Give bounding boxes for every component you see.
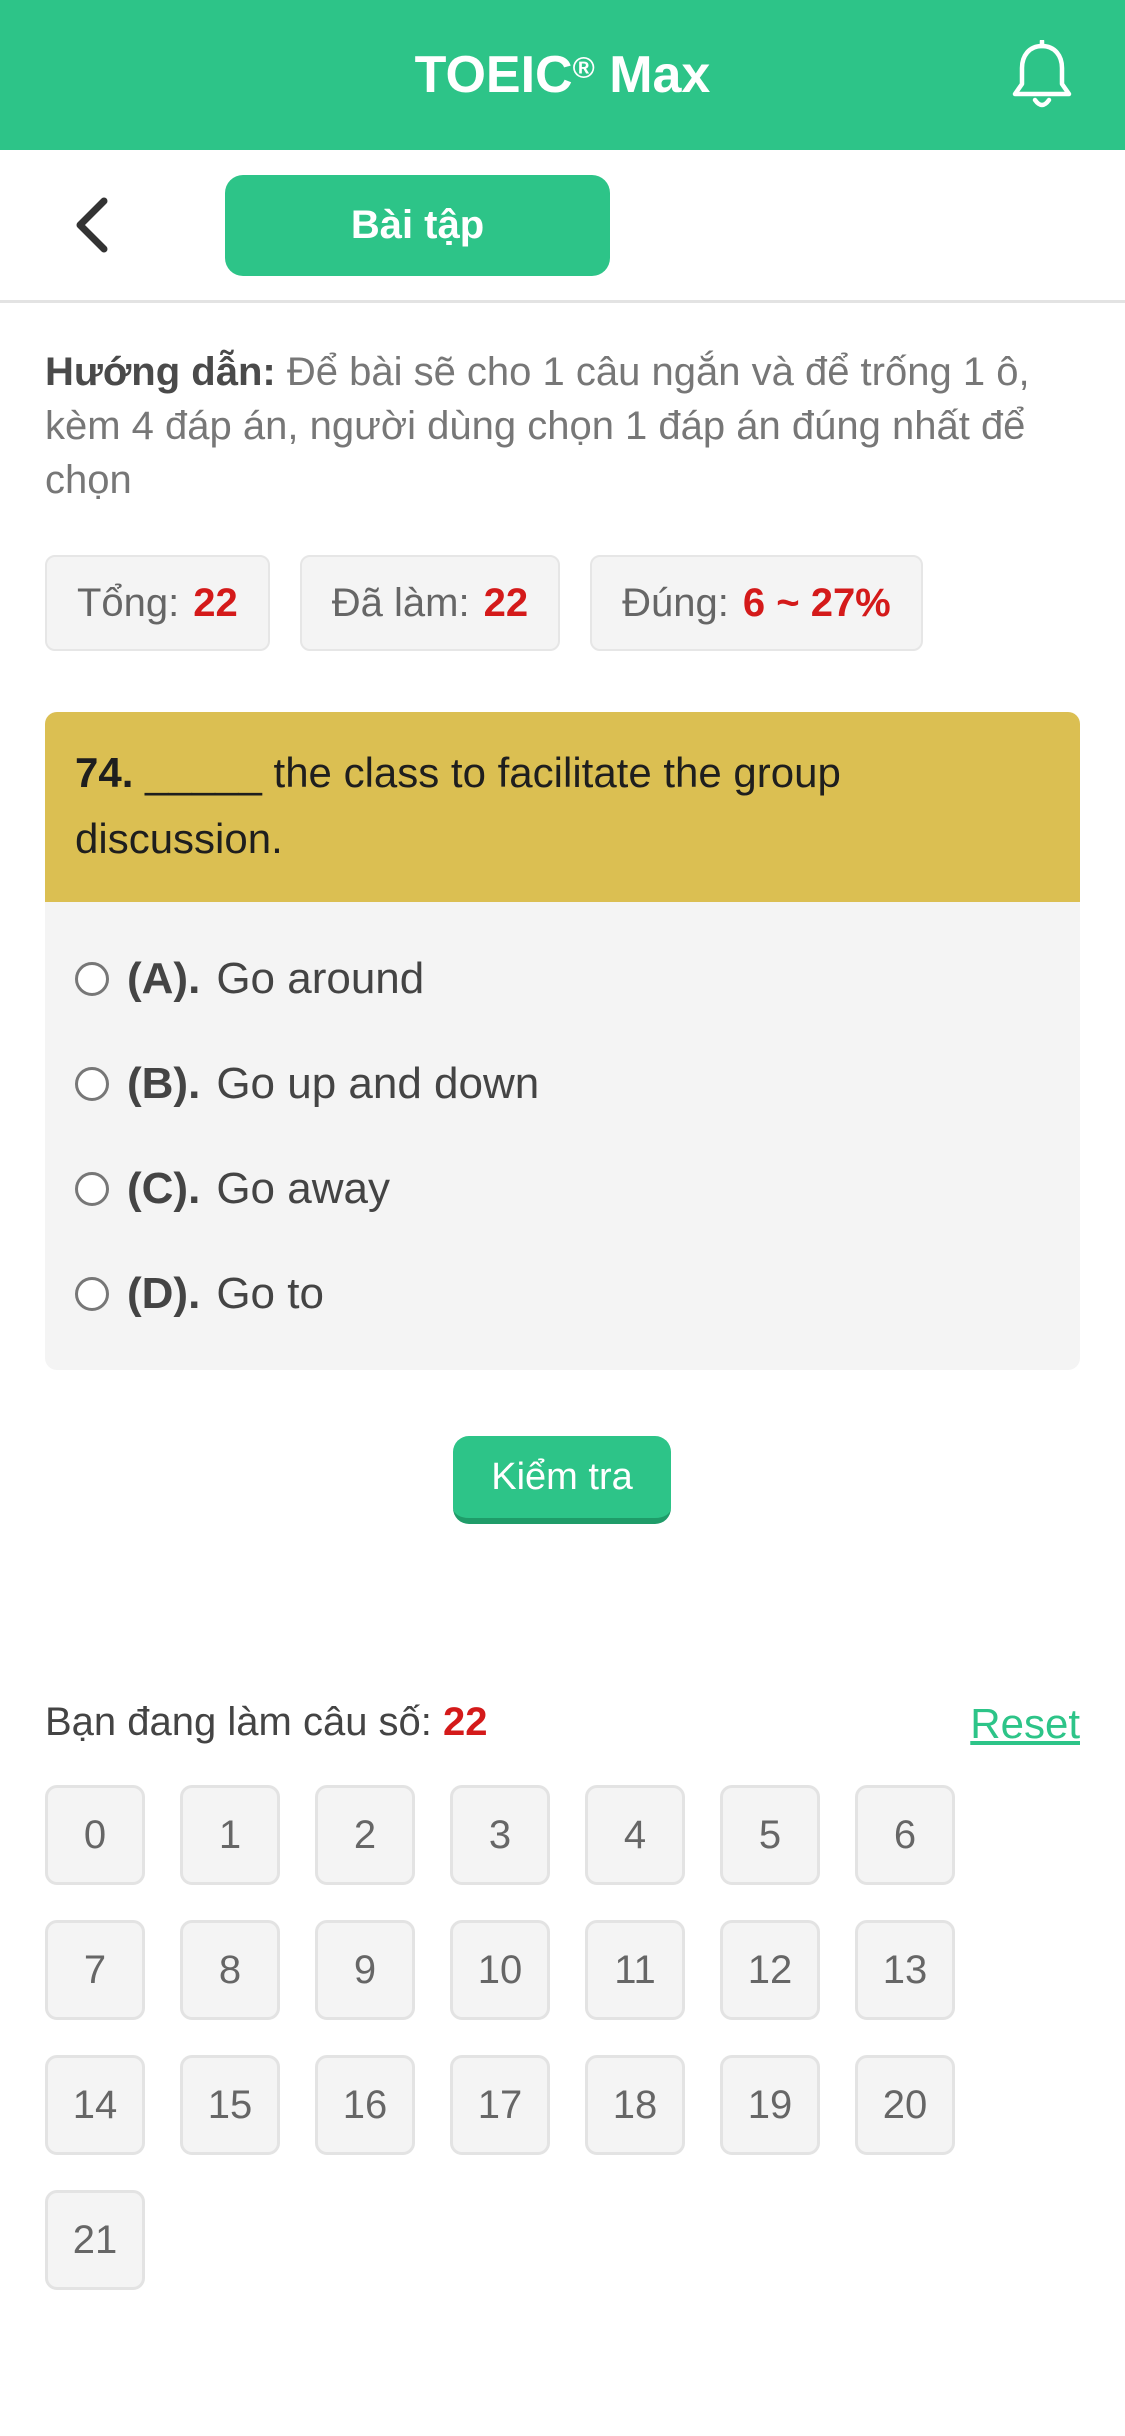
option-b[interactable]: (B). Go up and down <box>45 1031 1080 1136</box>
question-text: _____ the class to facilitate the group … <box>75 749 841 862</box>
radio-b[interactable] <box>75 1066 109 1101</box>
option-d[interactable]: (D). Go to <box>45 1241 1080 1346</box>
back-icon[interactable] <box>62 195 122 255</box>
question-number-cell[interactable]: 16 <box>315 2055 415 2155</box>
question-number-cell[interactable]: 7 <box>45 1920 145 2020</box>
reset-link[interactable]: Reset <box>970 1700 1080 1748</box>
app-title-suffix: Max <box>609 46 711 104</box>
question-number-cell[interactable]: 20 <box>855 2055 955 2155</box>
option-c-label: (C). <box>127 1163 201 1213</box>
option-a[interactable]: (A). Go around <box>45 926 1080 1031</box>
radio-d[interactable] <box>75 1276 109 1311</box>
option-a-text: Go around <box>216 953 425 1003</box>
stat-done: Đã làm: 22 <box>299 555 561 651</box>
option-c-text: Go away <box>216 1163 390 1213</box>
stat-total-label: Tổng: <box>77 580 180 625</box>
stat-total: Tổng: 22 <box>45 555 270 651</box>
option-b-text: Go up and down <box>216 1058 540 1108</box>
stat-correct-value: 6 ~ 27% <box>742 580 891 625</box>
registered-mark: ® <box>572 52 595 85</box>
stat-done-label: Đã làm: <box>331 580 470 625</box>
app-header: TOEIC ® Max <box>0 0 1125 150</box>
radio-a[interactable] <box>75 961 109 996</box>
question-number-cell[interactable]: 14 <box>45 2055 145 2155</box>
option-d-text: Go to <box>216 1268 324 1318</box>
options-list: (A). Go around (B). Go up and down (C). … <box>45 902 1080 1346</box>
progress-label: Bạn đang làm câu số: <box>45 1700 432 1744</box>
question-number-cell[interactable]: 15 <box>180 2055 280 2155</box>
question-number-cell[interactable]: 19 <box>720 2055 820 2155</box>
stat-correct-label: Đúng: <box>622 580 729 625</box>
stats-row: Tổng: 22 Đã làm: 22 Đúng: 6 ~ 27% <box>45 555 953 651</box>
question-number-cell[interactable]: 8 <box>180 1920 280 2020</box>
question-number-cell[interactable]: 3 <box>450 1785 550 1885</box>
question-number-cell[interactable]: 4 <box>585 1785 685 1885</box>
question-number-cell[interactable]: 11 <box>585 1920 685 2020</box>
stat-correct: Đúng: 6 ~ 27% <box>590 555 923 651</box>
question-number-cell[interactable]: 18 <box>585 2055 685 2155</box>
tab-exercises[interactable]: Bài tập <box>225 175 610 276</box>
question-number-cell[interactable]: 0 <box>45 1785 145 1885</box>
question-number-cell[interactable]: 12 <box>720 1920 820 2020</box>
question-number-cell[interactable]: 2 <box>315 1785 415 1885</box>
question-number-cell[interactable]: 17 <box>450 2055 550 2155</box>
question-number-cell[interactable]: 21 <box>45 2190 145 2290</box>
question-number: 74. <box>75 749 134 796</box>
question-number-cell[interactable]: 10 <box>450 1920 550 2020</box>
option-b-label: (B). <box>127 1058 201 1108</box>
question-header: 74. _____ the class to facilitate the gr… <box>45 712 1080 902</box>
question-card: 74. _____ the class to facilitate the gr… <box>45 712 1080 1370</box>
radio-c[interactable] <box>75 1171 109 1206</box>
option-c[interactable]: (C). Go away <box>45 1136 1080 1241</box>
progress-current: 22 <box>443 1700 488 1744</box>
progress-line: Bạn đang làm câu số: 22 Reset <box>45 1700 1080 1760</box>
question-number-cell[interactable]: 6 <box>855 1785 955 1885</box>
check-button[interactable]: Kiểm tra <box>453 1436 671 1524</box>
question-number-cell[interactable]: 13 <box>855 1920 955 2020</box>
app-title-text: TOEIC <box>414 46 573 104</box>
question-number-cell[interactable]: 5 <box>720 1785 820 1885</box>
sub-bar: Bài tập <box>0 150 1125 303</box>
bell-icon[interactable] <box>1009 38 1075 112</box>
instruction-label: Hướng dẫn: <box>45 350 276 394</box>
question-number-cell[interactable]: 9 <box>315 1920 415 2020</box>
stat-total-value: 22 <box>193 580 238 625</box>
question-number-cell[interactable]: 1 <box>180 1785 280 1885</box>
option-d-label: (D). <box>127 1268 201 1318</box>
stat-done-value: 22 <box>483 580 529 625</box>
instruction: Hướng dẫn: Để bài sẽ cho 1 câu ngắn và đ… <box>45 345 1080 507</box>
option-a-label: (A). <box>127 953 201 1003</box>
app-title: TOEIC ® Max <box>0 0 1125 150</box>
